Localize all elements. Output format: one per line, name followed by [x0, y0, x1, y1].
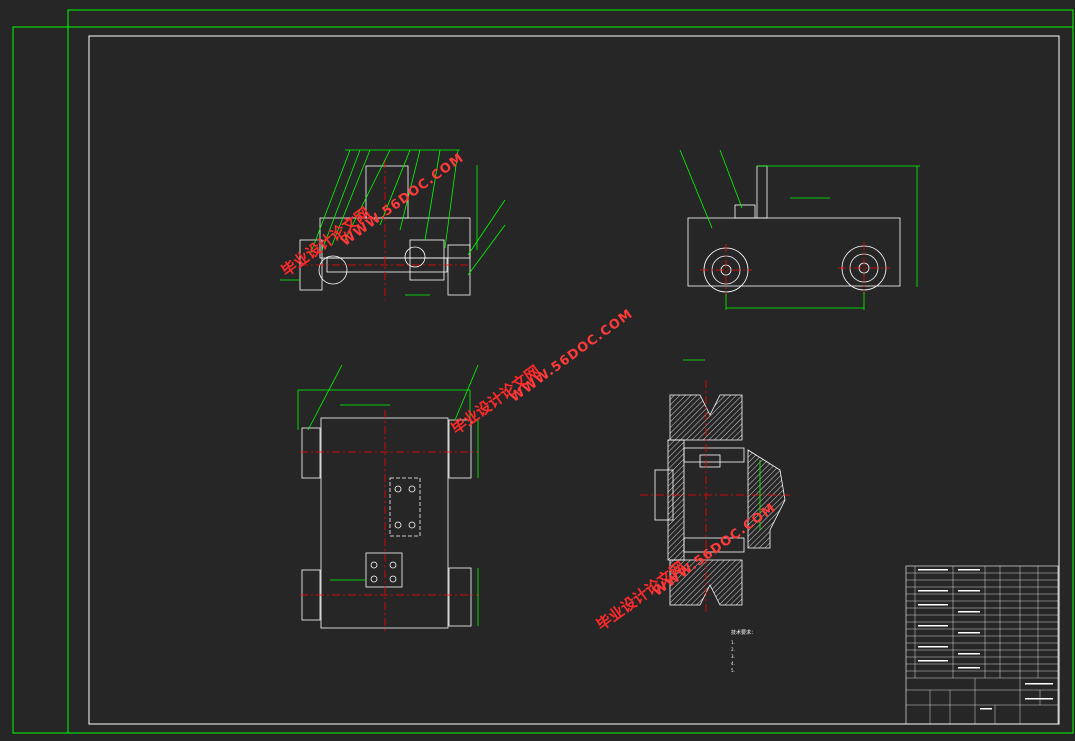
requirement-line: 4. [731, 661, 735, 666]
top-view [297, 364, 479, 632]
side-view [679, 149, 920, 310]
requirement-line: 1. [731, 640, 735, 645]
title-block [905, 565, 1059, 725]
requirement-line: 3. [731, 654, 735, 659]
technical-requirements: 技术要求： 1. 2. 3. 4. 5. [731, 630, 881, 674]
requirement-line: 5. [731, 668, 735, 673]
requirement-line: 2. [731, 647, 735, 652]
technical-requirements-title: 技术要求： [731, 630, 757, 636]
front-view [280, 149, 506, 300]
